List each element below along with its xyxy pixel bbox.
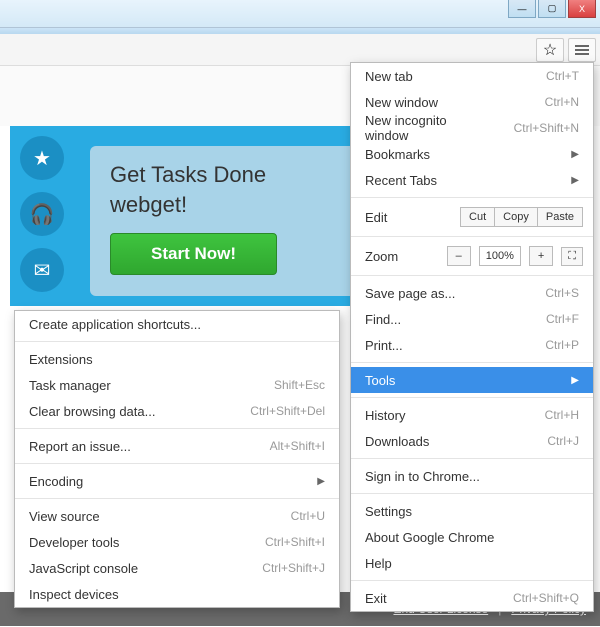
menu-about[interactable]: About Google Chrome xyxy=(351,524,593,550)
zoom-out-button[interactable]: – xyxy=(447,246,471,266)
tools-submenu: Create application shortcuts... Extensio… xyxy=(14,310,340,608)
star-icon: ☆ xyxy=(543,40,557,60)
copy-button[interactable]: Copy xyxy=(495,207,538,227)
tools-developer-tools[interactable]: Developer toolsCtrl+Shift+I xyxy=(15,529,339,555)
chrome-main-menu: New tabCtrl+T New windowCtrl+N New incog… xyxy=(350,62,594,612)
menu-settings[interactable]: Settings xyxy=(351,498,593,524)
chrome-menu-button[interactable] xyxy=(568,38,596,62)
hamburger-icon xyxy=(575,49,589,51)
menu-separator xyxy=(15,463,339,464)
window-close-button[interactable]: X xyxy=(568,0,596,18)
tools-inspect-devices[interactable]: Inspect devices xyxy=(15,581,339,607)
menu-separator xyxy=(351,397,593,398)
menu-tools[interactable]: Tools▶ xyxy=(351,367,593,393)
tools-create-shortcuts[interactable]: Create application shortcuts... xyxy=(15,311,339,337)
window-maximize-button[interactable]: ▢ xyxy=(538,0,566,18)
headphones-icon[interactable]: 🎧 xyxy=(20,192,64,236)
menu-new-tab[interactable]: New tabCtrl+T xyxy=(351,63,593,89)
menu-print[interactable]: Print...Ctrl+P xyxy=(351,332,593,358)
tools-extensions[interactable]: Extensions xyxy=(15,346,339,372)
menu-separator xyxy=(351,197,593,198)
cut-button[interactable]: Cut xyxy=(460,207,495,227)
chevron-right-icon: ▶ xyxy=(571,375,579,386)
paste-button[interactable]: Paste xyxy=(538,207,583,227)
menu-help[interactable]: Help xyxy=(351,550,593,576)
fullscreen-button[interactable]: ⛶ xyxy=(561,247,583,266)
star-icon[interactable]: ★ xyxy=(20,136,64,180)
edit-label: Edit xyxy=(361,210,452,225)
menu-history[interactable]: HistoryCtrl+H xyxy=(351,402,593,428)
tools-view-source[interactable]: View sourceCtrl+U xyxy=(15,503,339,529)
chevron-right-icon: ▶ xyxy=(571,149,579,160)
chevron-right-icon: ▶ xyxy=(317,476,325,487)
menu-edit-row: Edit Cut Copy Paste xyxy=(351,202,593,232)
chevron-right-icon: ▶ xyxy=(571,175,579,186)
tools-clear-data[interactable]: Clear browsing data...Ctrl+Shift+Del xyxy=(15,398,339,424)
menu-separator xyxy=(351,275,593,276)
menu-separator xyxy=(351,236,593,237)
menu-separator xyxy=(15,341,339,342)
menu-separator xyxy=(351,493,593,494)
tools-task-manager[interactable]: Task managerShift+Esc xyxy=(15,372,339,398)
mail-icon[interactable]: ✉ xyxy=(20,248,64,292)
zoom-in-button[interactable]: + xyxy=(529,246,553,266)
menu-save-as[interactable]: Save page as...Ctrl+S xyxy=(351,280,593,306)
zoom-label: Zoom xyxy=(361,249,439,264)
window-minimize-button[interactable]: — xyxy=(508,0,536,18)
menu-new-window[interactable]: New windowCtrl+N xyxy=(351,89,593,115)
menu-separator xyxy=(15,428,339,429)
menu-downloads[interactable]: DownloadsCtrl+J xyxy=(351,428,593,454)
hero-line1: Get Tasks Done xyxy=(110,162,266,187)
menu-zoom-row: Zoom – 100% + ⛶ xyxy=(351,241,593,271)
start-now-button[interactable]: Start Now! xyxy=(110,233,277,275)
window-titlebar: — ▢ X xyxy=(0,0,600,28)
menu-exit[interactable]: ExitCtrl+Shift+Q xyxy=(351,585,593,611)
bookmark-star-button[interactable]: ☆ xyxy=(536,38,564,62)
tools-js-console[interactable]: JavaScript consoleCtrl+Shift+J xyxy=(15,555,339,581)
menu-signin[interactable]: Sign in to Chrome... xyxy=(351,463,593,489)
menu-bookmarks[interactable]: Bookmarks▶ xyxy=(351,141,593,167)
menu-separator xyxy=(351,458,593,459)
menu-recent-tabs[interactable]: Recent Tabs▶ xyxy=(351,167,593,193)
tools-report-issue[interactable]: Report an issue...Alt+Shift+I xyxy=(15,433,339,459)
menu-find[interactable]: Find...Ctrl+F xyxy=(351,306,593,332)
menu-separator xyxy=(351,580,593,581)
tools-encoding[interactable]: Encoding▶ xyxy=(15,468,339,494)
menu-new-incognito[interactable]: New incognito windowCtrl+Shift+N xyxy=(351,115,593,141)
menu-separator xyxy=(15,498,339,499)
hero-line2: webget! xyxy=(110,192,187,217)
menu-separator xyxy=(351,362,593,363)
zoom-value: 100% xyxy=(479,246,521,266)
